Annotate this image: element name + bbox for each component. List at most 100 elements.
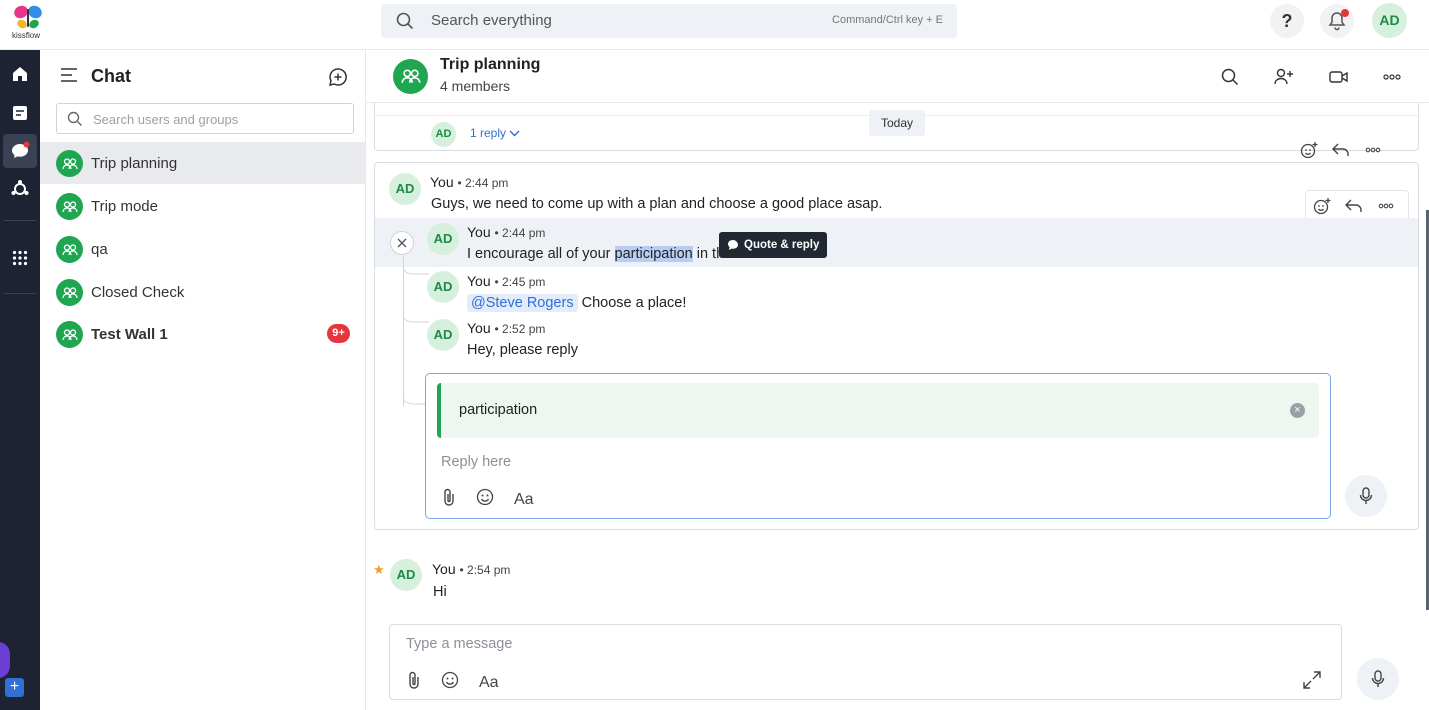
logo-text: kissflow [12,31,41,40]
quote-bubble-icon [728,240,738,250]
collapse-icon [397,238,407,248]
apps-grid-icon[interactable] [3,241,37,275]
message-input[interactable]: Type a message [406,636,512,652]
search-shortcut-hint: Command/Ctrl key + E [832,14,943,26]
thread-card: AD You • 2:44 pm Guys, we need to come u… [374,162,1419,530]
chat-item-test-wall-1[interactable]: Test Wall 1 9+ [40,313,365,355]
previous-message-actions [1296,137,1386,163]
chat-item-name: Closed Check [91,284,185,301]
left-nav-rail: + [0,50,40,710]
message-text[interactable]: @Steve Rogers Choose a place! [467,294,686,312]
global-search-bar[interactable]: Search everything Command/Ctrl key + E [381,4,957,38]
microphone-icon [1371,670,1385,687]
reply-icon[interactable] [1341,193,1367,219]
top-bar: kissflow Search everything Command/Ctrl … [0,0,1429,50]
collapse-thread-button[interactable] [390,231,414,255]
emoji-icon[interactable] [476,488,494,511]
attachment-icon[interactable] [442,488,456,511]
sender-name: You [430,174,454,190]
group-icon [56,321,83,348]
integrations-icon[interactable] [3,172,37,206]
notification-dot [1341,9,1349,17]
global-search-placeholder: Search everything [431,12,552,29]
chat-item-qa[interactable]: qa [40,228,365,270]
star-icon[interactable]: ★ [373,562,385,578]
chat-search-input[interactable]: Search users and groups [56,103,354,134]
chat-panel-title: Chat [91,66,131,86]
avatar: AD [431,122,456,147]
group-icon [56,279,83,306]
message-header: You • 2:52 pm [467,320,546,336]
user-mention: @Steve Rogers [467,294,578,312]
message-header: You • 2:54 pm [432,561,511,577]
chat-item-trip-mode[interactable]: Trip mode [40,185,365,227]
format-text-button[interactable]: Aa [479,674,499,692]
tasks-icon[interactable] [3,96,37,130]
chat-item-closed-check[interactable]: Closed Check [40,271,365,313]
chat-item-name: Trip planning [91,155,178,172]
message-text[interactable]: Guys, we need to come up with a plan and… [431,196,882,212]
menu-toggle-icon[interactable] [60,68,78,87]
chat-list-panel: Chat Search users and groups Trip planni… [40,50,366,710]
chat-icon[interactable] [3,134,37,168]
thread-reply-box[interactable]: participation × Reply here Aa [425,373,1331,519]
group-icon [56,150,83,177]
add-reaction-icon[interactable] [1296,137,1322,163]
conversation-members[interactable]: 4 members [440,78,510,94]
quoted-text: participation [459,402,538,418]
avatar: AD [427,223,459,255]
selected-text: participation [614,246,693,262]
search-icon[interactable] [1218,65,1242,89]
notifications-button[interactable] [1320,4,1354,38]
emoji-icon[interactable] [441,671,459,694]
group-icon [56,193,83,220]
date-divider: Today [869,110,925,136]
format-text-button[interactable]: Aa [514,491,534,509]
more-options-icon[interactable] [1373,193,1399,219]
search-icon [67,111,83,132]
messages-area: AD 1 reply Today AD You • 2:44 pm Guys, … [366,103,1429,611]
home-icon[interactable] [3,57,37,91]
new-chat-icon[interactable] [328,67,348,92]
add-member-icon[interactable] [1272,65,1296,89]
avatar: AD [389,173,421,205]
message-text[interactable]: I encourage all of your participation in… [467,246,739,262]
chat-item-name: Trip mode [91,198,158,215]
video-call-icon[interactable] [1327,65,1351,89]
unread-badge: 9+ [327,324,350,343]
chat-search-placeholder: Search users and groups [93,112,239,127]
more-options-icon[interactable] [1380,65,1404,89]
chat-item-name: Test Wall 1 [91,326,168,343]
message-text[interactable]: Hi [433,584,447,600]
user-avatar[interactable]: AD [1372,3,1407,38]
microphone-icon [1359,487,1373,504]
avatar: AD [427,319,459,351]
avatar: AD [390,559,422,591]
voice-message-button[interactable] [1345,475,1387,517]
message-composer[interactable]: Type a message Aa [389,624,1342,700]
chat-item-trip-planning[interactable]: Trip planning [40,142,365,184]
chevron-down-icon [509,130,520,137]
create-button[interactable]: + [5,678,24,697]
more-options-icon[interactable] [1360,137,1386,163]
message-header: You • 2:44 pm [467,224,546,240]
search-icon [396,12,414,35]
conversation-header: Trip planning 4 members [366,50,1429,103]
conversation-title[interactable]: Trip planning [440,56,540,74]
reply-input[interactable]: Reply here [441,454,511,470]
message-time: • 2:44 pm [457,176,509,190]
expand-icon[interactable] [1303,671,1321,694]
assistant-bubble-icon[interactable] [0,642,10,678]
help-button[interactable]: ? [1270,4,1304,38]
voice-message-button[interactable] [1357,658,1399,700]
reply-icon[interactable] [1328,137,1354,163]
quoted-text-block: participation × [437,383,1319,438]
reply-count-link[interactable]: 1 reply [470,126,520,140]
add-reaction-icon[interactable] [1309,193,1335,219]
remove-quote-icon[interactable]: × [1290,403,1305,418]
avatar: AD [427,271,459,303]
message-text[interactable]: Hey, please reply [467,342,578,358]
quote-reply-tooltip[interactable]: Quote & reply [719,232,828,258]
attachment-icon[interactable] [407,671,421,694]
group-icon [56,236,83,263]
